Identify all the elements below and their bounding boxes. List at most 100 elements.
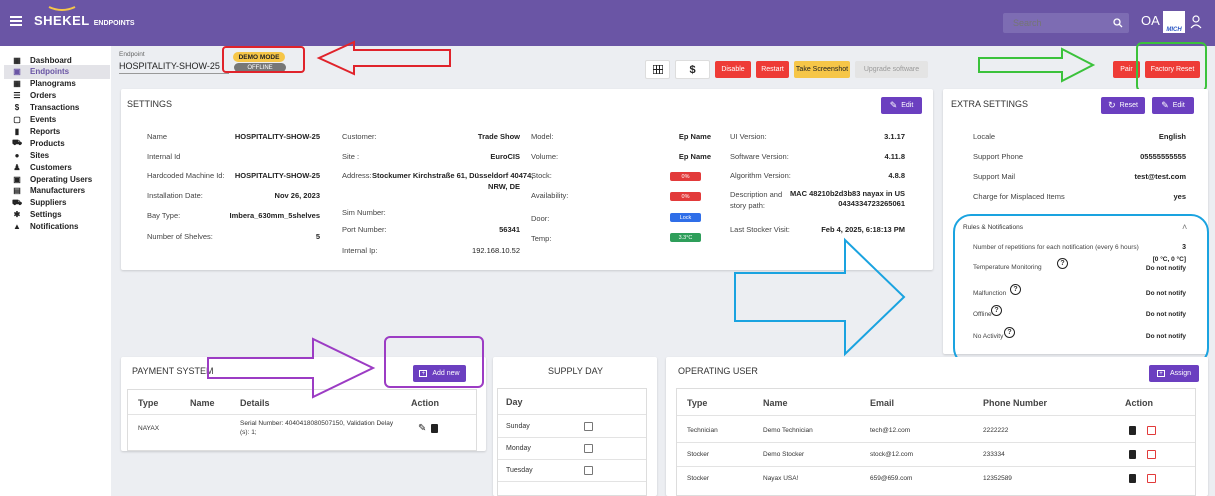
supply-day-card: SUPPLY DAY Day Sunday Monday Tuesday xyxy=(493,357,657,496)
brand-name: SHEKEL xyxy=(34,13,90,28)
description-label-line1: Description and xyxy=(730,190,783,199)
sidebar-item-label: Orders xyxy=(30,91,57,101)
supply-day-table: Day Sunday Monday Tuesday xyxy=(497,388,647,496)
operating-user-card: OPERATING USER + Assign Type Name Email P… xyxy=(666,357,1208,496)
settings-field-value: Nov 26, 2023 xyxy=(274,191,320,200)
sidebar-item-label: Notifications xyxy=(30,222,79,232)
address-value-line1: Stockumer Kirchstraße 61, Düsseldorf 404… xyxy=(372,171,534,180)
payment-header-action: Action xyxy=(411,398,439,408)
door-badge: Lock xyxy=(670,213,701,222)
lock-icon[interactable] xyxy=(1147,450,1156,459)
settings-edit-label: Edit xyxy=(901,102,914,109)
brand-logo[interactable]: SHEKEL ENDPOINTS xyxy=(34,6,135,28)
operating-row-email: tech@12.com xyxy=(870,427,911,434)
people-icon: ♟ xyxy=(13,162,21,172)
lock-icon[interactable] xyxy=(1147,426,1156,435)
sidebar-item-label: Operating Users xyxy=(30,174,93,184)
extra-settings-title: EXTRA SETTINGS xyxy=(951,99,1029,109)
extra-reset-button[interactable]: ↻ Reset xyxy=(1101,97,1145,114)
supply-header-day: Day xyxy=(506,397,523,407)
operating-header-phone: Phone Number xyxy=(983,398,1048,408)
availability-badge: 0% xyxy=(670,192,701,201)
settings-edit-button[interactable]: ✎ Edit xyxy=(881,97,922,114)
operating-header-type: Type xyxy=(687,398,708,408)
annotation-blue-arrow xyxy=(734,237,906,357)
operating-user-title: OPERATING USER xyxy=(678,366,758,376)
volume-label: Volume: xyxy=(531,152,559,161)
operating-user-table: Type Name Email Phone Number Action Tech… xyxy=(676,388,1196,496)
grid-view-button[interactable] xyxy=(645,60,670,79)
sidebar-item-label: Reports xyxy=(30,126,61,136)
operating-header-email: Email xyxy=(870,398,895,408)
trash-icon[interactable] xyxy=(1129,426,1136,435)
sidebar-item-label: Products xyxy=(30,138,65,148)
algorithm-version-value: 4.8.8 xyxy=(888,171,905,180)
operating-row-name: Demo Stocker xyxy=(763,451,805,458)
internal-ip-value: 192.168.10.52 xyxy=(472,246,520,255)
supply-day-checkbox[interactable] xyxy=(584,422,593,431)
extra-field-value: test@test.com xyxy=(1134,172,1187,181)
temp-label: Temp: xyxy=(531,234,552,243)
annotation-green-arrow xyxy=(978,47,1096,83)
software-version-value: 4.11.8 xyxy=(884,152,905,161)
settings-field-label: Bay Type: xyxy=(147,211,181,220)
grid-icon: ▦ xyxy=(13,79,21,89)
user-initials[interactable]: OA xyxy=(1141,13,1160,28)
operating-row-email: stock@12.com xyxy=(870,451,914,458)
operating-row-phone: 2222222 xyxy=(983,427,1009,434)
payments-button[interactable]: $ xyxy=(675,60,710,79)
sidebar-item-notifications[interactable]: ▲ Notifications xyxy=(12,220,78,234)
account-icon[interactable] xyxy=(1190,15,1202,29)
trash-icon[interactable] xyxy=(1129,450,1136,459)
assign-label: Assign xyxy=(1169,370,1191,377)
settings-field-value: Imbera_630mm_5shelves xyxy=(229,211,320,220)
model-label: Model: xyxy=(531,132,554,141)
supply-day-title: SUPPLY DAY xyxy=(548,366,604,376)
dollar-icon: $ xyxy=(689,63,696,76)
search-input[interactable] xyxy=(1013,16,1108,30)
chart-icon: ▮ xyxy=(14,126,20,136)
annotation-purple-arrow xyxy=(207,337,376,399)
operating-row-type: Stocker xyxy=(687,475,710,482)
take-screenshot-button[interactable]: Take Screenshot xyxy=(794,61,850,78)
extra-edit-button[interactable]: ✎ Edit xyxy=(1152,97,1194,114)
customer-label: Customer: xyxy=(342,132,377,141)
location-icon: ● xyxy=(14,150,20,160)
sidebar-item-label: Endpoints xyxy=(30,67,70,77)
sidebar-item-label: Dashboard xyxy=(30,55,72,65)
cart-icon: ⛟ xyxy=(12,138,23,148)
trash-icon[interactable] xyxy=(1129,474,1136,483)
disable-button[interactable]: Disable xyxy=(715,61,751,78)
supply-day-checkbox[interactable] xyxy=(584,466,593,475)
port-number-value: 56341 xyxy=(499,225,520,234)
customer-value: Trade Show xyxy=(477,132,520,141)
menu-icon[interactable] xyxy=(10,16,22,26)
upgrade-software-button[interactable]: Upgrade software xyxy=(855,61,928,78)
extra-field-label: Support Phone xyxy=(973,152,1024,161)
trash-icon[interactable] xyxy=(431,424,438,433)
operating-row-name: Demo Technician xyxy=(763,427,813,434)
supply-day-checkbox[interactable] xyxy=(584,444,593,453)
extra-field-value: 05555555555 xyxy=(1140,152,1186,161)
settings-field-label: Hardcoded Machine Id: xyxy=(147,171,225,180)
restart-button[interactable]: Restart xyxy=(756,61,789,78)
badge-icon: ▣ xyxy=(13,174,21,184)
search-bar[interactable] xyxy=(1003,13,1129,33)
settings-field-value: 5 xyxy=(315,232,320,241)
pencil-icon[interactable]: ✎ xyxy=(418,423,426,434)
stock-badge: 0% xyxy=(670,172,701,181)
annotation-red-box xyxy=(222,46,305,73)
sidebar-item-label: Sites xyxy=(30,150,50,160)
assign-button[interactable]: + Assign xyxy=(1149,365,1199,382)
extra-field-label: Charge for Misplaced Items xyxy=(973,192,1065,201)
operating-row-phone: 12352589 xyxy=(983,475,1012,482)
search-icon[interactable] xyxy=(1113,18,1123,28)
lock-icon[interactable] xyxy=(1147,474,1156,483)
settings-title: SETTINGS xyxy=(127,99,173,109)
sidebar-item-label: Manufacturers xyxy=(30,186,86,196)
sidebar-item-label: Events xyxy=(30,115,57,124)
grid-icon xyxy=(652,65,663,74)
description-label-line2: story path: xyxy=(730,201,766,210)
operating-row-email: 659@659.com xyxy=(870,475,913,482)
divider xyxy=(498,437,646,438)
